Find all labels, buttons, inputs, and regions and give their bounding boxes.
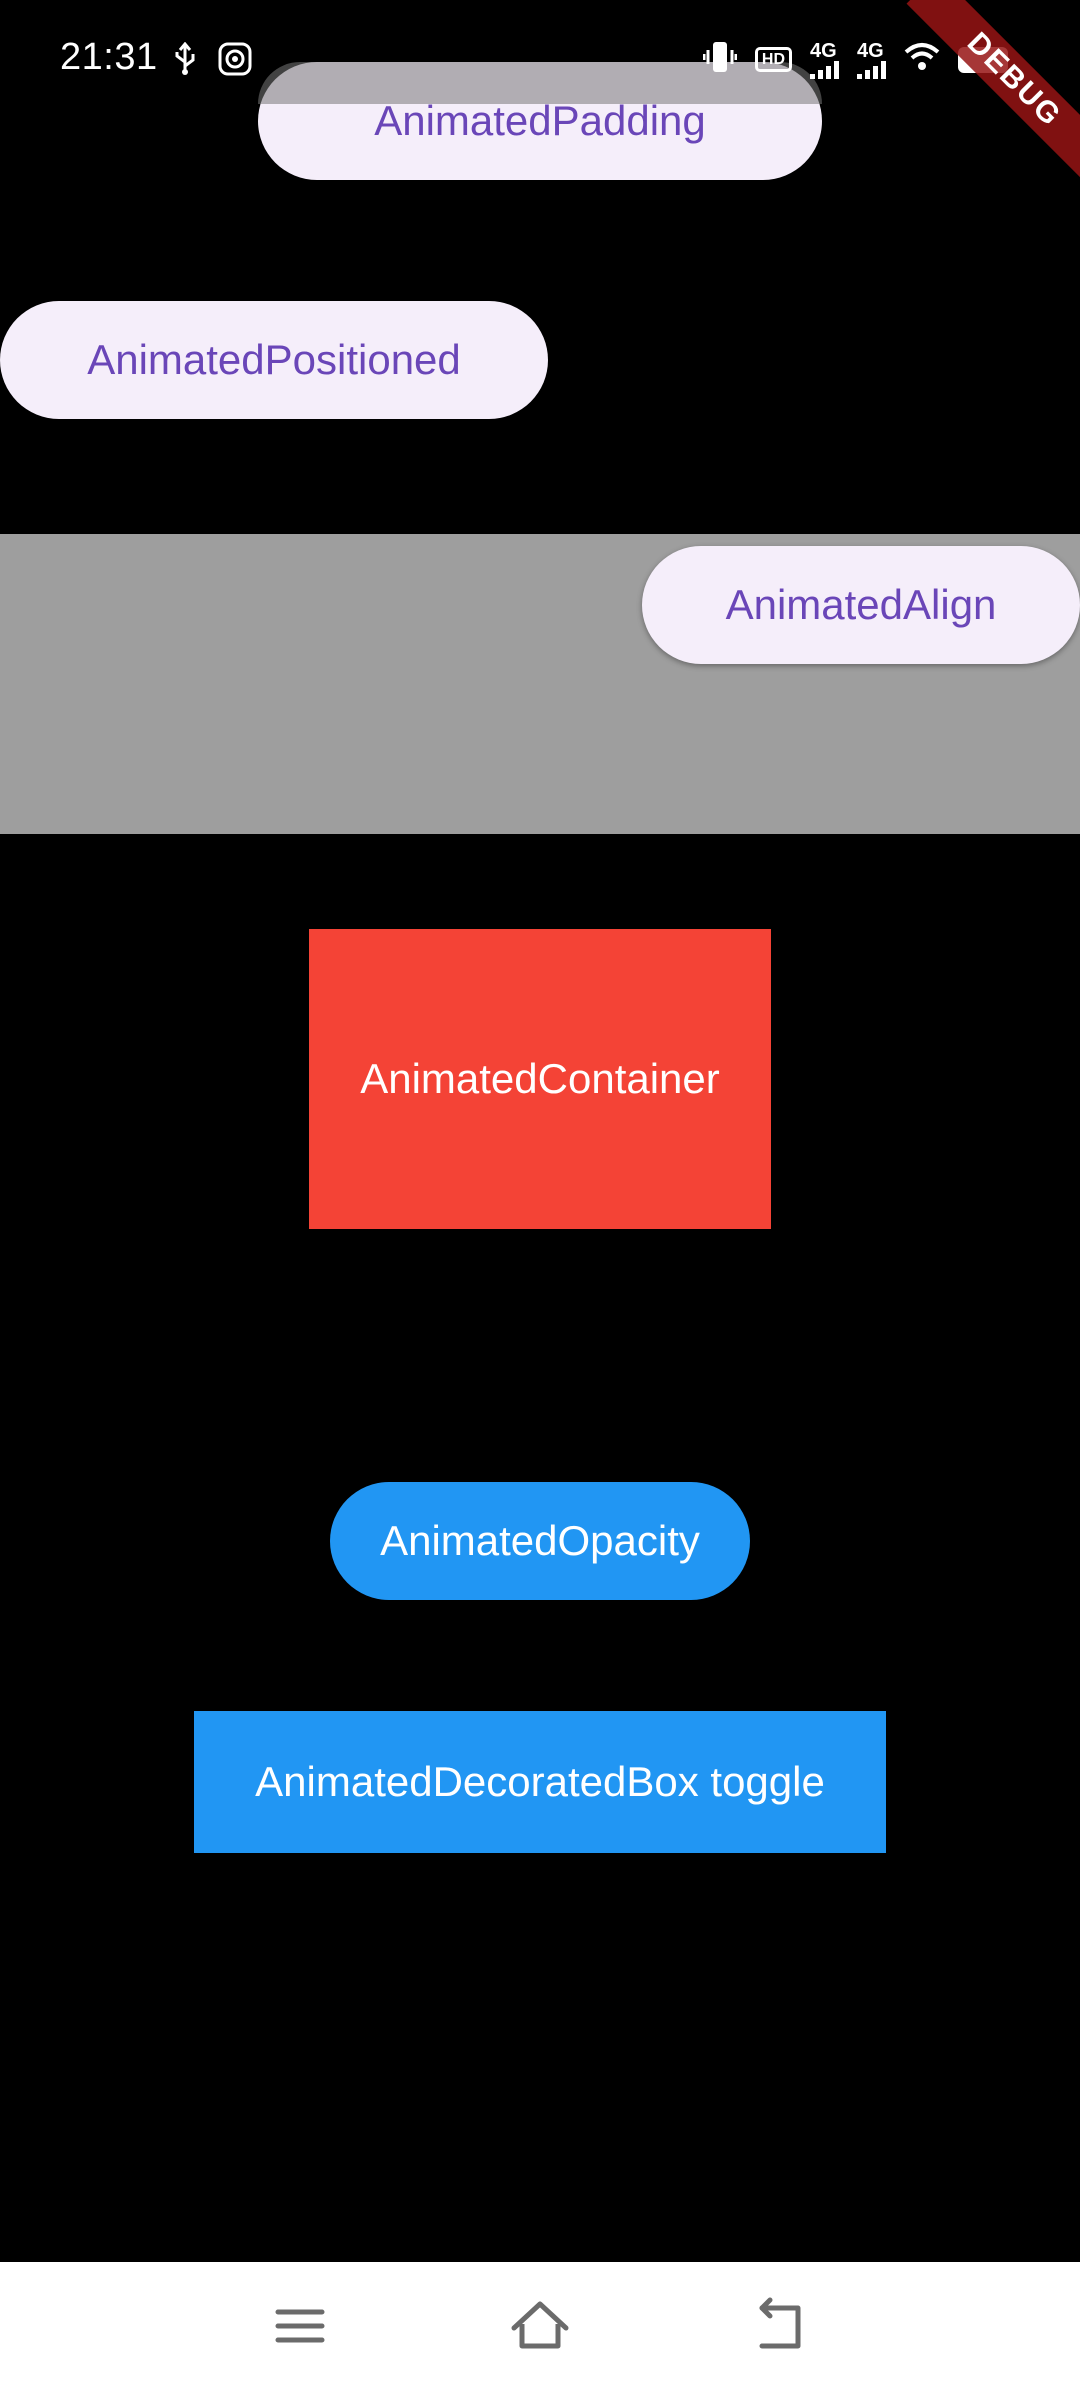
vpn-icon xyxy=(218,42,252,81)
vibrate-icon xyxy=(702,40,738,79)
signal-group-2: 4G xyxy=(857,41,886,79)
signal-icon xyxy=(810,60,839,79)
app-screen: 21:31 HD 4G 4G DEBUG AnimatedPadding Ani… xyxy=(0,0,1080,2388)
status-bar: 21:31 HD 4G 4G xyxy=(0,0,1080,118)
status-time: 21:31 xyxy=(60,36,158,78)
animated-container[interactable]: AnimatedContainer xyxy=(309,929,771,1229)
navigation-bar xyxy=(0,2262,1080,2388)
hd-badge: HD xyxy=(754,46,792,73)
animated-positioned-button[interactable]: AnimatedPositioned xyxy=(0,301,548,419)
back-icon[interactable] xyxy=(748,2294,812,2358)
network-label-2: 4G xyxy=(857,39,884,62)
home-icon[interactable] xyxy=(508,2294,572,2358)
animated-align-button[interactable]: AnimatedAlign xyxy=(642,546,1080,664)
animated-opacity-button[interactable]: AnimatedOpacity xyxy=(330,1482,750,1600)
wifi-icon xyxy=(904,42,940,77)
network-label-1: 4G xyxy=(810,39,837,62)
signal-icon xyxy=(857,60,886,79)
status-left-icons xyxy=(172,41,252,81)
signal-group-1: 4G xyxy=(810,41,839,79)
usb-icon xyxy=(172,41,198,81)
animated-decorated-box-toggle[interactable]: AnimatedDecoratedBox toggle xyxy=(194,1711,886,1853)
menu-icon[interactable] xyxy=(268,2294,332,2358)
